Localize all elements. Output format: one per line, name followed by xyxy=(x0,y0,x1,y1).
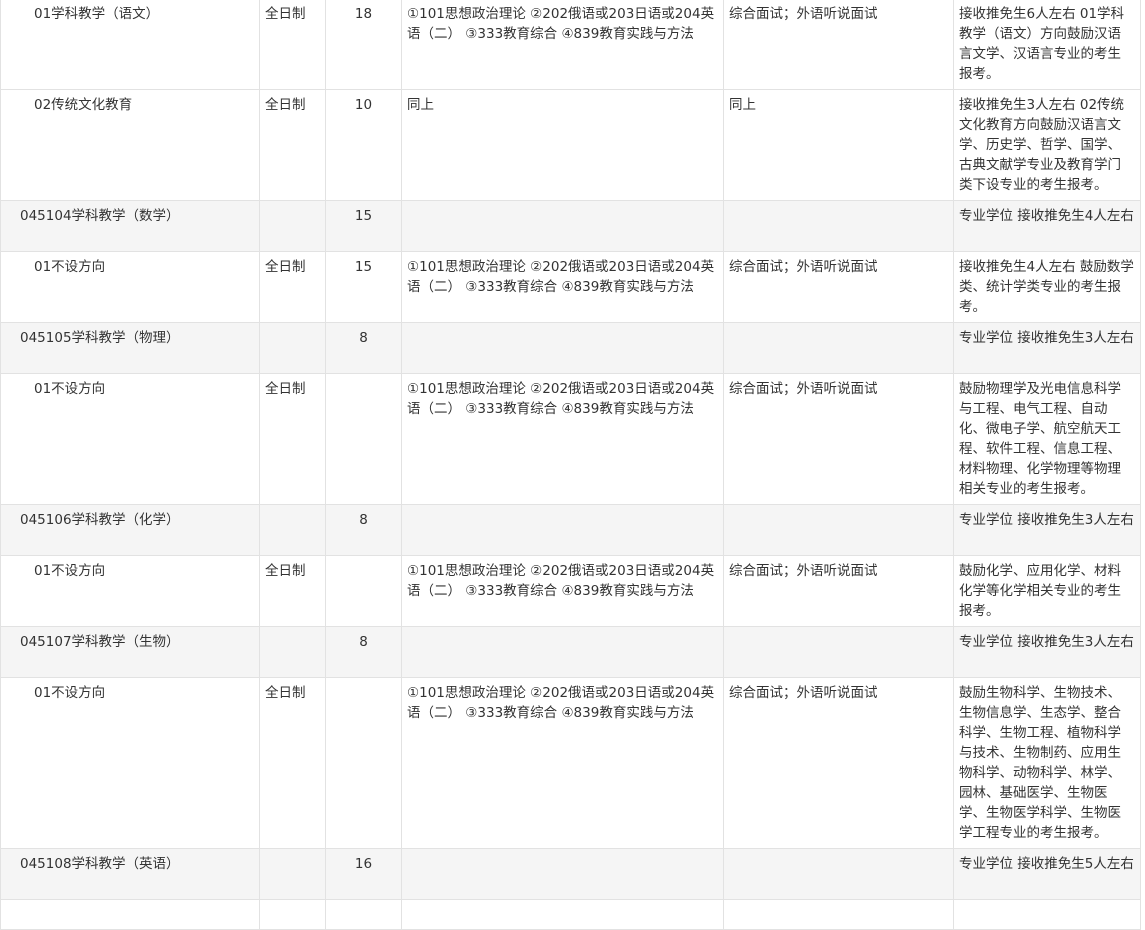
exam-subjects-cell xyxy=(401,848,724,900)
table-row: 045104学科教学（数学） 15 专业学位 接收推免生4人左右 xyxy=(0,200,1141,252)
remark-cell: 接收推免生6人左右 01学科教学（语文）方向鼓励汉语言文学、汉语言专业的考生报考… xyxy=(953,0,1141,90)
exam-subjects-cell xyxy=(401,504,724,556)
retest-subjects-cell xyxy=(723,200,954,252)
retest-subjects-cell: 综合面试；外语听说面试 xyxy=(723,555,954,627)
study-mode-cell xyxy=(259,848,326,900)
enrollment-count-cell xyxy=(325,677,402,849)
study-mode-cell: 全日制 xyxy=(259,555,326,627)
remark-cell: 鼓励生物科学、生物技术、生物信息学、生态学、整合科学、生物工程、植物科学与技术、… xyxy=(953,677,1141,849)
table-row: 01学科教学（语文） 全日制 18 ①101思想政治理论 ②202俄语或203日… xyxy=(0,0,1141,90)
remark-cell: 专业学位 接收推免生3人左右 xyxy=(953,626,1141,678)
exam-subjects-cell xyxy=(401,899,724,930)
direction-name-cell: 01不设方向 xyxy=(0,373,260,505)
direction-name-cell: 02传统文化教育 xyxy=(0,89,260,201)
direction-name-cell xyxy=(0,899,260,930)
enrollment-count-cell: 15 xyxy=(325,200,402,252)
remark-cell xyxy=(953,899,1141,930)
study-mode-cell: 全日制 xyxy=(259,251,326,323)
exam-subjects-cell xyxy=(401,200,724,252)
retest-subjects-cell xyxy=(723,322,954,374)
study-mode-cell: 全日制 xyxy=(259,677,326,849)
direction-name-cell: 01不设方向 xyxy=(0,251,260,323)
retest-subjects-cell: 综合面试；外语听说面试 xyxy=(723,251,954,323)
study-mode-cell: 全日制 xyxy=(259,0,326,90)
retest-subjects-cell xyxy=(723,626,954,678)
table-row: 045107学科教学（生物） 8 专业学位 接收推免生3人左右 xyxy=(0,626,1141,678)
retest-subjects-cell: 综合面试；外语听说面试 xyxy=(723,0,954,90)
retest-subjects-cell: 综合面试；外语听说面试 xyxy=(723,677,954,849)
major-name-cell: 045107学科教学（生物） xyxy=(0,626,260,678)
table-row xyxy=(0,899,1141,930)
direction-name-cell: 01不设方向 xyxy=(0,555,260,627)
major-name-cell: 045105学科教学（物理） xyxy=(0,322,260,374)
table-row: 01不设方向 全日制 ①101思想政治理论 ②202俄语或203日语或204英语… xyxy=(0,373,1141,505)
table-row: 01不设方向 全日制 15 ①101思想政治理论 ②202俄语或203日语或20… xyxy=(0,251,1141,323)
study-mode-cell xyxy=(259,322,326,374)
retest-subjects-cell xyxy=(723,848,954,900)
major-name-cell: 045104学科教学（数学） xyxy=(0,200,260,252)
exam-subjects-cell: 同上 xyxy=(401,89,724,201)
enrollment-count-cell xyxy=(325,373,402,505)
remark-cell: 专业学位 接收推免生4人左右 xyxy=(953,200,1141,252)
study-mode-cell xyxy=(259,899,326,930)
enrollment-count-cell: 10 xyxy=(325,89,402,201)
table-row: 01不设方向 全日制 ①101思想政治理论 ②202俄语或203日语或204英语… xyxy=(0,555,1141,627)
enrollment-count-cell: 16 xyxy=(325,848,402,900)
remark-cell: 专业学位 接收推免生5人左右 xyxy=(953,848,1141,900)
remark-cell: 接收推免生4人左右 鼓励数学类、统计学类专业的考生报考。 xyxy=(953,251,1141,323)
direction-name-cell: 01不设方向 xyxy=(0,677,260,849)
enrollment-count-cell: 8 xyxy=(325,504,402,556)
retest-subjects-cell xyxy=(723,504,954,556)
retest-subjects-cell xyxy=(723,899,954,930)
remark-cell: 专业学位 接收推免生3人左右 xyxy=(953,504,1141,556)
exam-subjects-cell: ①101思想政治理论 ②202俄语或203日语或204英语（二） ③333教育综… xyxy=(401,373,724,505)
exam-subjects-cell: ①101思想政治理论 ②202俄语或203日语或204英语（二） ③333教育综… xyxy=(401,0,724,90)
remark-cell: 鼓励化学、应用化学、材料化学等化学相关专业的考生报考。 xyxy=(953,555,1141,627)
enrollment-count-cell xyxy=(325,555,402,627)
exam-subjects-cell: ①101思想政治理论 ②202俄语或203日语或204英语（二） ③333教育综… xyxy=(401,555,724,627)
table-row: 045106学科教学（化学） 8 专业学位 接收推免生3人左右 xyxy=(0,504,1141,556)
exam-subjects-cell xyxy=(401,626,724,678)
study-mode-cell: 全日制 xyxy=(259,373,326,505)
study-mode-cell: 全日制 xyxy=(259,89,326,201)
enrollment-count-cell: 15 xyxy=(325,251,402,323)
enrollment-catalog-table: 01学科教学（语文） 全日制 18 ①101思想政治理论 ②202俄语或203日… xyxy=(0,0,1141,930)
study-mode-cell xyxy=(259,504,326,556)
retest-subjects-cell: 同上 xyxy=(723,89,954,201)
table-row: 02传统文化教育 全日制 10 同上 同上 接收推免生3人左右 02传统文化教育… xyxy=(0,89,1141,201)
table-row: 01不设方向 全日制 ①101思想政治理论 ②202俄语或203日语或204英语… xyxy=(0,677,1141,849)
remark-cell: 专业学位 接收推免生3人左右 xyxy=(953,322,1141,374)
remark-cell: 鼓励物理学及光电信息科学与工程、电气工程、自动化、微电子学、航空航天工程、软件工… xyxy=(953,373,1141,505)
study-mode-cell xyxy=(259,200,326,252)
enrollment-count-cell: 8 xyxy=(325,322,402,374)
enrollment-count-cell: 18 xyxy=(325,0,402,90)
remark-cell: 接收推免生3人左右 02传统文化教育方向鼓励汉语言文学、历史学、哲学、国学、古典… xyxy=(953,89,1141,201)
exam-subjects-cell xyxy=(401,322,724,374)
enrollment-count-cell xyxy=(325,899,402,930)
major-name-cell: 045108学科教学（英语） xyxy=(0,848,260,900)
table-row: 045108学科教学（英语） 16 专业学位 接收推免生5人左右 xyxy=(0,848,1141,900)
exam-subjects-cell: ①101思想政治理论 ②202俄语或203日语或204英语（二） ③333教育综… xyxy=(401,677,724,849)
retest-subjects-cell: 综合面试；外语听说面试 xyxy=(723,373,954,505)
exam-subjects-cell: ①101思想政治理论 ②202俄语或203日语或204英语（二） ③333教育综… xyxy=(401,251,724,323)
direction-name-cell: 01学科教学（语文） xyxy=(0,0,260,90)
enrollment-count-cell: 8 xyxy=(325,626,402,678)
major-name-cell: 045106学科教学（化学） xyxy=(0,504,260,556)
table-row: 045105学科教学（物理） 8 专业学位 接收推免生3人左右 xyxy=(0,322,1141,374)
study-mode-cell xyxy=(259,626,326,678)
